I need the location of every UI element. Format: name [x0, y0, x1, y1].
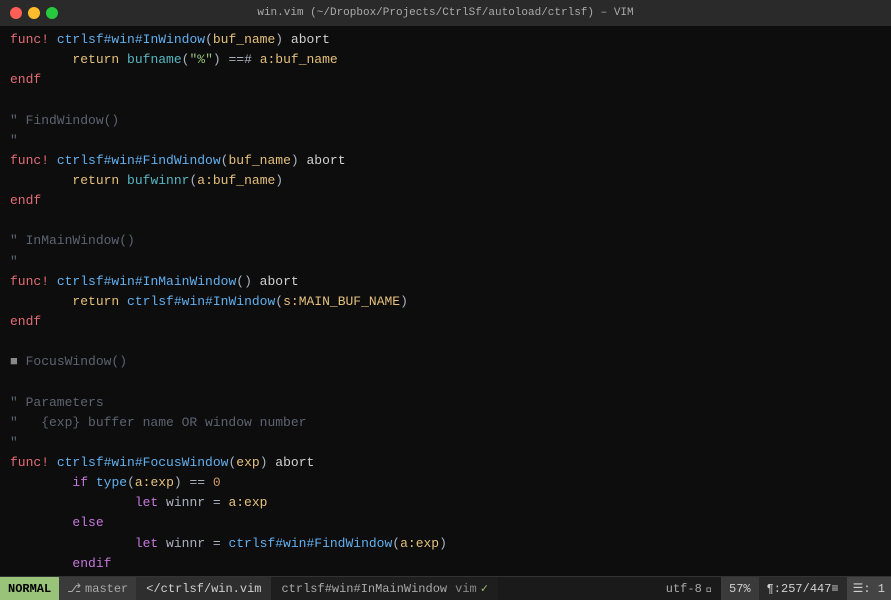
code-line: endf — [0, 312, 891, 332]
code-line: func! ctrlsf#win#InMainWindow() abort — [0, 272, 891, 292]
status-right-section: utf-8  57% ¶:257/447≡ ☰: 1 — [658, 577, 891, 600]
code-line: else — [0, 513, 891, 533]
editor-area[interactable]: func! ctrlsf#win#InWindow(buf_name) abor… — [0, 26, 891, 576]
code-line: " Parameters — [0, 393, 891, 413]
code-line: return bufname("%") ==# a:buf_name — [0, 50, 891, 70]
code-line: " — [0, 433, 891, 453]
code-line: if type(a:exp) == 0 — [0, 473, 891, 493]
encoding-label: utf-8 — [666, 582, 702, 596]
branch-name: master — [85, 582, 128, 596]
apple-icon:  — [706, 582, 713, 596]
code-line — [0, 211, 891, 231]
code-line: ■ FocusWindow() — [0, 352, 891, 372]
code-line: endf — [0, 191, 891, 211]
column-indicator: ☰: 1 — [847, 577, 891, 600]
vim-mode: NORMAL — [0, 577, 59, 600]
scroll-percent: 57% — [721, 577, 759, 600]
code-line: let winnr = a:exp — [0, 493, 891, 513]
check-icon: ✓ — [481, 581, 488, 596]
file-path: </ctrlsf/win.vim — [136, 577, 271, 600]
code-line: " FindWindow() — [0, 111, 891, 131]
git-branch: ⎇ master — [59, 577, 136, 600]
code-line: func! ctrlsf#win#FindWindow(buf_name) ab… — [0, 151, 891, 171]
statusbar: NORMAL ⎇ master </ctrlsf/win.vim ctrlsf#… — [0, 576, 891, 600]
code-line: " — [0, 131, 891, 151]
code-line: func! ctrlsf#win#FocusWindow(exp) abort — [0, 453, 891, 473]
code-line: endf — [0, 70, 891, 90]
code-line: let winnr = ctrlsf#win#FindWindow(a:exp) — [0, 534, 891, 554]
code-line: " {exp} buffer name OR window number — [0, 413, 891, 433]
window-title: win.vim (~/Dropbox/Projects/CtrlSf/autol… — [257, 7, 633, 19]
code-line: endif — [0, 554, 891, 574]
cursor-position: ¶:257/447≡ — [759, 577, 847, 600]
vim-label: vim — [455, 582, 477, 596]
code-line — [0, 372, 891, 392]
current-function: ctrlsf#win#InMainWindow vim ✓ — [271, 577, 497, 600]
close-button[interactable] — [10, 7, 22, 19]
code-line: " — [0, 252, 891, 272]
code-line: return ctrlsf#win#InWindow(s:MAIN_BUF_NA… — [0, 292, 891, 312]
titlebar: win.vim (~/Dropbox/Projects/CtrlSf/autol… — [0, 0, 891, 26]
minimize-button[interactable] — [28, 7, 40, 19]
maximize-button[interactable] — [46, 7, 58, 19]
code-line — [0, 90, 891, 110]
code-line: return bufwinnr(a:buf_name) — [0, 171, 891, 191]
code-line — [0, 332, 891, 352]
branch-icon: ⎇ — [67, 581, 81, 596]
window-controls — [10, 7, 58, 19]
func-name: ctrlsf#win#InMainWindow — [281, 582, 447, 596]
code-line: " InMainWindow() — [0, 231, 891, 251]
code-line: func! ctrlsf#win#InWindow(buf_name) abor… — [0, 30, 891, 50]
file-encoding: utf-8  — [658, 582, 721, 596]
